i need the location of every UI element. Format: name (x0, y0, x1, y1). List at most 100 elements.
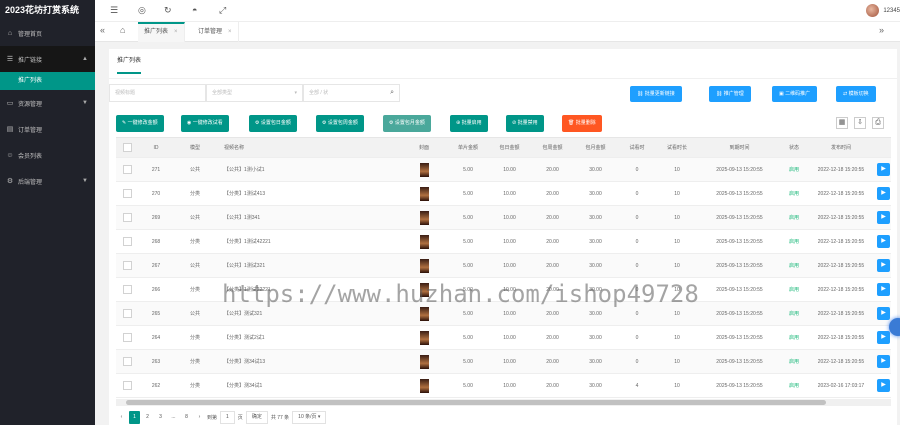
row-checkbox[interactable] (122, 309, 132, 319)
table-cell-status[interactable]: 启用 (782, 278, 806, 302)
row-checkbox[interactable] (122, 237, 132, 247)
type-select[interactable]: 全部类型 ▾ (206, 84, 303, 102)
horizontal-scrollbar[interactable] (116, 399, 891, 406)
status-search-input[interactable]: 全部 / 状 ⌕ (303, 84, 400, 102)
row-checkbox[interactable] (122, 357, 132, 367)
sidebar-item-promo-links[interactable]: ☰ 推广链接 ▲ (0, 46, 95, 72)
table-cell-status[interactable]: 启用 (782, 374, 806, 398)
table-cell-status[interactable]: 启用 (782, 230, 806, 254)
video-cover-thumbnail (419, 186, 429, 201)
batch-delete-button[interactable]: 🗑 批量删除 (562, 115, 602, 132)
batch-disable-button[interactable]: ⊘ 批量禁用 (506, 115, 544, 132)
play-button[interactable]: ▶ (877, 235, 890, 249)
promo-manage-button[interactable]: ⛓ 推广管理 (709, 86, 751, 102)
page-2[interactable]: 2 (142, 411, 153, 424)
table-cell-published: 2022-12-18 15:20:55 (817, 167, 865, 173)
table-cell-status[interactable]: 启用 (782, 182, 806, 206)
prev-page-icon[interactable]: ‹ (116, 411, 127, 424)
batch-edit-trial-button[interactable]: ◉ 一键修改试看 (181, 115, 229, 132)
sidebar-subitem-promo-list[interactable]: 推广列表 (0, 72, 95, 90)
sidebar-item-members[interactable]: ☺ 会员列表 (0, 142, 95, 168)
scrollbar-thumb[interactable] (126, 400, 826, 405)
sidebar-item-resources[interactable]: ▭ 资源管理 ▼ (0, 90, 95, 116)
row-checkbox[interactable] (122, 333, 132, 343)
table-row[interactable]: 262 分类 【分类】测34试1 5.00 10.00 20.00 30.00 4 10 2025… (116, 374, 891, 398)
globe-icon[interactable]: ◎ (138, 5, 146, 16)
table-cell-status[interactable]: 启用 (782, 254, 806, 278)
row-checkbox-cell (116, 278, 138, 302)
tab-orders[interactable]: 订单管理 × (192, 22, 239, 42)
table-cell-status[interactable]: 启用 (782, 326, 806, 350)
table-cell-status[interactable]: 启用 (782, 206, 806, 230)
select-all-checkbox[interactable] (122, 143, 132, 153)
sidebar-item-backend[interactable]: ⚙ 后端管理 ▼ (0, 168, 95, 194)
search-icon[interactable]: ⌕ (390, 85, 394, 101)
page-3[interactable]: 3 (155, 411, 166, 424)
row-checkbox[interactable] (122, 189, 132, 199)
tab-scroll-left-icon[interactable]: « (100, 25, 105, 35)
table-row[interactable]: 270 分类 【分类】1测试413 5.00 10.00 20.00 30.00 0 10 202… (116, 182, 891, 206)
menu-toggle-icon[interactable]: ☰ (110, 5, 118, 16)
sidebar-item-orders[interactable]: ▤ 订单管理 (0, 116, 95, 142)
theme-icon[interactable]: ◓ (192, 5, 197, 15)
goto-confirm-button[interactable]: 确定 (245, 410, 268, 424)
header-cell: 包周金额 (542, 145, 563, 151)
print-icon[interactable]: ⎙ (872, 117, 884, 129)
table-cell-status[interactable]: 启用 (782, 350, 806, 374)
row-checkbox[interactable] (122, 381, 132, 391)
table-row[interactable]: 263 分类 【分类】测34试13 5.00 10.00 20.00 30.00 0 10 202… (116, 350, 891, 374)
set-daily-price-button[interactable]: ⚙ 设置包日金额 (249, 115, 297, 132)
home-tab-icon[interactable]: ⌂ (120, 25, 125, 35)
template-switch-button[interactable]: ⇄ 模板切换 (836, 86, 876, 102)
sidebar-item-home[interactable]: ⌂ 管理首页 (0, 20, 95, 46)
play-button[interactable]: ▶ (877, 355, 890, 369)
row-checkbox-cell (116, 230, 138, 254)
tab-promo-list[interactable]: 推广列表 × (138, 22, 185, 42)
set-weekly-price-button[interactable]: ⚙ 设置包周金额 (316, 115, 364, 132)
close-icon[interactable]: × (174, 29, 178, 35)
next-page-icon[interactable]: › (194, 411, 205, 424)
user-menu[interactable]: 12345 (866, 4, 900, 17)
set-monthly-price-button[interactable]: ⚙ 设置包月金额 (383, 115, 431, 132)
per-page-select[interactable]: 10 条/页 ▾ (292, 410, 327, 424)
batch-enable-button[interactable]: ⊕ 批量启用 (450, 115, 488, 132)
play-button[interactable]: ▶ (877, 379, 890, 393)
qrcode-promo-button[interactable]: ▣ 二维码推广 (772, 86, 818, 102)
sidebar: 2023花坊打赏系统 ⌂ 管理首页 ☰ 推广链接 ▲ 推广列表 ▭ 资源管理 ▼… (0, 0, 95, 425)
row-checkbox[interactable] (122, 261, 132, 271)
table-row[interactable]: 268 分类 【分类】1测试42221 5.00 10.00 20.00 30.00 0 10 2… (116, 230, 891, 254)
columns-filter-icon[interactable]: ▦ (836, 117, 848, 129)
table-row[interactable]: 264 分类 【分类】测试2试1 5.00 10.00 20.00 30.00 0 10 2025… (116, 326, 891, 350)
table-cell-single: 5.00 (463, 215, 473, 221)
goto-page-input[interactable]: 1 (220, 410, 235, 424)
table-row[interactable]: 269 公共 【公共】1测341 5.00 10.00 20.00 30.00 0 10 2025… (116, 206, 891, 230)
fullscreen-icon[interactable]: ⤢ (219, 5, 226, 16)
table-row[interactable]: 271 公共 【公共】1测小试1 5.00 10.00 20.00 30.00 0 10 2025… (116, 158, 891, 182)
floating-assist-button[interactable] (889, 318, 900, 336)
page-unit-label: 页 (237, 414, 243, 421)
batch-edit-price-button[interactable]: ✎ 一键修改金额 (116, 115, 164, 132)
play-button[interactable]: ▶ (877, 331, 890, 345)
batch-update-links-button[interactable]: ⛓ 批量更新链接 (630, 86, 682, 102)
close-icon[interactable]: × (228, 29, 232, 35)
table-cell-status[interactable]: 启用 (782, 302, 806, 326)
row-checkbox[interactable] (122, 213, 132, 223)
play-button[interactable]: ▶ (877, 187, 890, 201)
play-button[interactable]: ▶ (877, 259, 890, 273)
video-cover-thumbnail (419, 258, 429, 273)
table-cell-status[interactable]: 启用 (782, 158, 806, 182)
table-row[interactable]: 267 公共 【公共】1测试321 5.00 10.00 20.00 30.00 0 10 202… (116, 254, 891, 278)
page-8[interactable]: 8 (181, 411, 192, 424)
title-search-input[interactable]: 视频标题 (109, 84, 206, 102)
row-checkbox[interactable] (122, 165, 132, 175)
row-checkbox[interactable] (122, 285, 132, 295)
refresh-icon[interactable]: ↻ (164, 5, 172, 16)
play-button[interactable]: ▶ (877, 283, 890, 297)
export-icon[interactable]: ⇩ (854, 117, 866, 129)
table-cell-single: 5.00 (463, 263, 473, 269)
page-1[interactable]: 1 (129, 410, 140, 424)
play-button[interactable]: ▶ (877, 163, 890, 177)
tab-scroll-right-icon[interactable]: » (879, 25, 884, 35)
play-button[interactable]: ▶ (877, 307, 890, 321)
play-button[interactable]: ▶ (877, 211, 890, 225)
